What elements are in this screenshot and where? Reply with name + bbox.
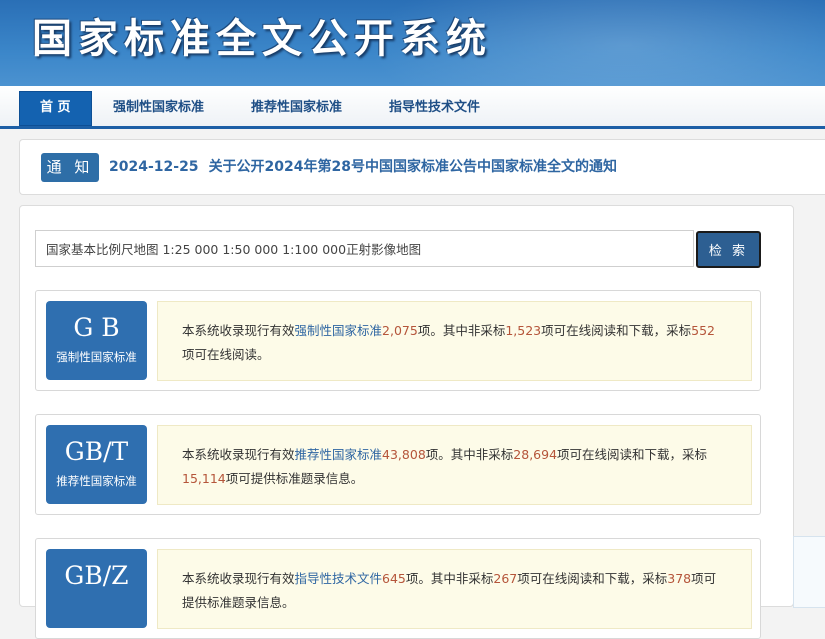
desc-text: 本系统收录现行有效 [182, 571, 295, 586]
side-panel [793, 536, 825, 608]
desc-text: 项。其中非采标 [425, 447, 514, 462]
search-input[interactable] [35, 230, 694, 267]
desc-non-adopted-count: 267 [493, 571, 518, 586]
desc-text: 项可在线阅读和下载，采标 [517, 571, 668, 586]
desc-total-count: 43,808 [382, 447, 426, 462]
desc-adopted-count: 378 [667, 571, 692, 586]
desc-text: 本系统收录现行有效 [182, 447, 295, 462]
nav-recommended-standards[interactable]: 推荐性国家标准 [251, 92, 342, 123]
desc-text: 项可提供标准题录信息。 [225, 471, 364, 486]
desc-text: 项。其中非采标 [405, 571, 494, 586]
desc-text: 本系统收录现行有效 [182, 323, 295, 338]
main-nav: 首 页 强制性国家标准 推荐性国家标准 指导性技术文件 [0, 86, 825, 129]
card-description: 本系统收录现行有效指导性技术文件645项。其中非采标267项可在线阅读和下载，采… [157, 549, 752, 629]
notice-bar: 通 知 2024-12-25 关于公开2024年第28号中国国家标准公告中国家标准… [19, 139, 825, 195]
desc-text: 项可在线阅读和下载，采标 [541, 323, 692, 338]
desc-text: 项可在线阅读和下载，采标 [557, 447, 708, 462]
desc-total-count: 2,075 [382, 323, 418, 338]
site-header: 国家标准全文公开系统 [0, 0, 825, 86]
standard-card-gbz: GB/Z 本系统收录现行有效指导性技术文件645项。其中非采标267项可在线阅读… [35, 538, 761, 639]
nav-guidance-documents[interactable]: 指导性技术文件 [389, 92, 480, 123]
nav-home[interactable]: 首 页 [19, 91, 92, 126]
card-description: 本系统收录现行有效强制性国家标准2,075项。其中非采标1,523项可在线阅读和… [157, 301, 752, 381]
category-code: G B [73, 313, 120, 342]
desc-category-link[interactable]: 强制性国家标准 [295, 323, 383, 338]
notice-badge: 通 知 [41, 153, 99, 182]
desc-text: 项可在线阅读。 [182, 347, 270, 362]
notice-link[interactable]: 2024-12-25 关于公开2024年第28号中国国家标准公告中国家标准全文的通… [109, 156, 617, 176]
category-label: 推荐性国家标准 [56, 474, 137, 488]
desc-non-adopted-count: 1,523 [505, 323, 542, 338]
category-code: GB/Z [64, 561, 129, 590]
desc-adopted-count: 552 [691, 323, 716, 338]
desc-total-count: 645 [382, 571, 406, 586]
gbt-category-button[interactable]: GB/T 推荐性国家标准 [46, 425, 147, 504]
notice-date: 2024-12-25 [109, 159, 199, 175]
desc-text: 项。其中非采标 [417, 323, 506, 338]
site-title: 国家标准全文公开系统 [32, 15, 492, 62]
search-button[interactable]: 检 索 [696, 231, 761, 268]
gb-category-button[interactable]: G B 强制性国家标准 [46, 301, 147, 380]
card-description: 本系统收录现行有效推荐性国家标准43,808项。其中非采标28,694项可在线阅… [157, 425, 752, 505]
nav-mandatory-standards[interactable]: 强制性国家标准 [113, 92, 204, 123]
notice-title: 关于公开2024年第28号中国国家标准公告中国家标准全文的通知 [208, 159, 618, 175]
desc-non-adopted-count: 28,694 [513, 447, 558, 462]
desc-adopted-count: 15,114 [182, 471, 226, 486]
desc-category-link[interactable]: 指导性技术文件 [295, 571, 383, 586]
standard-card-gb: G B 强制性国家标准 本系统收录现行有效强制性国家标准2,075项。其中非采标… [35, 290, 761, 391]
category-label: 强制性国家标准 [56, 350, 137, 364]
gbz-category-button[interactable]: GB/Z [46, 549, 147, 628]
desc-category-link[interactable]: 推荐性国家标准 [295, 447, 383, 462]
standard-card-gbt: GB/T 推荐性国家标准 本系统收录现行有效推荐性国家标准43,808项。其中非… [35, 414, 761, 515]
category-code: GB/T [64, 437, 129, 466]
